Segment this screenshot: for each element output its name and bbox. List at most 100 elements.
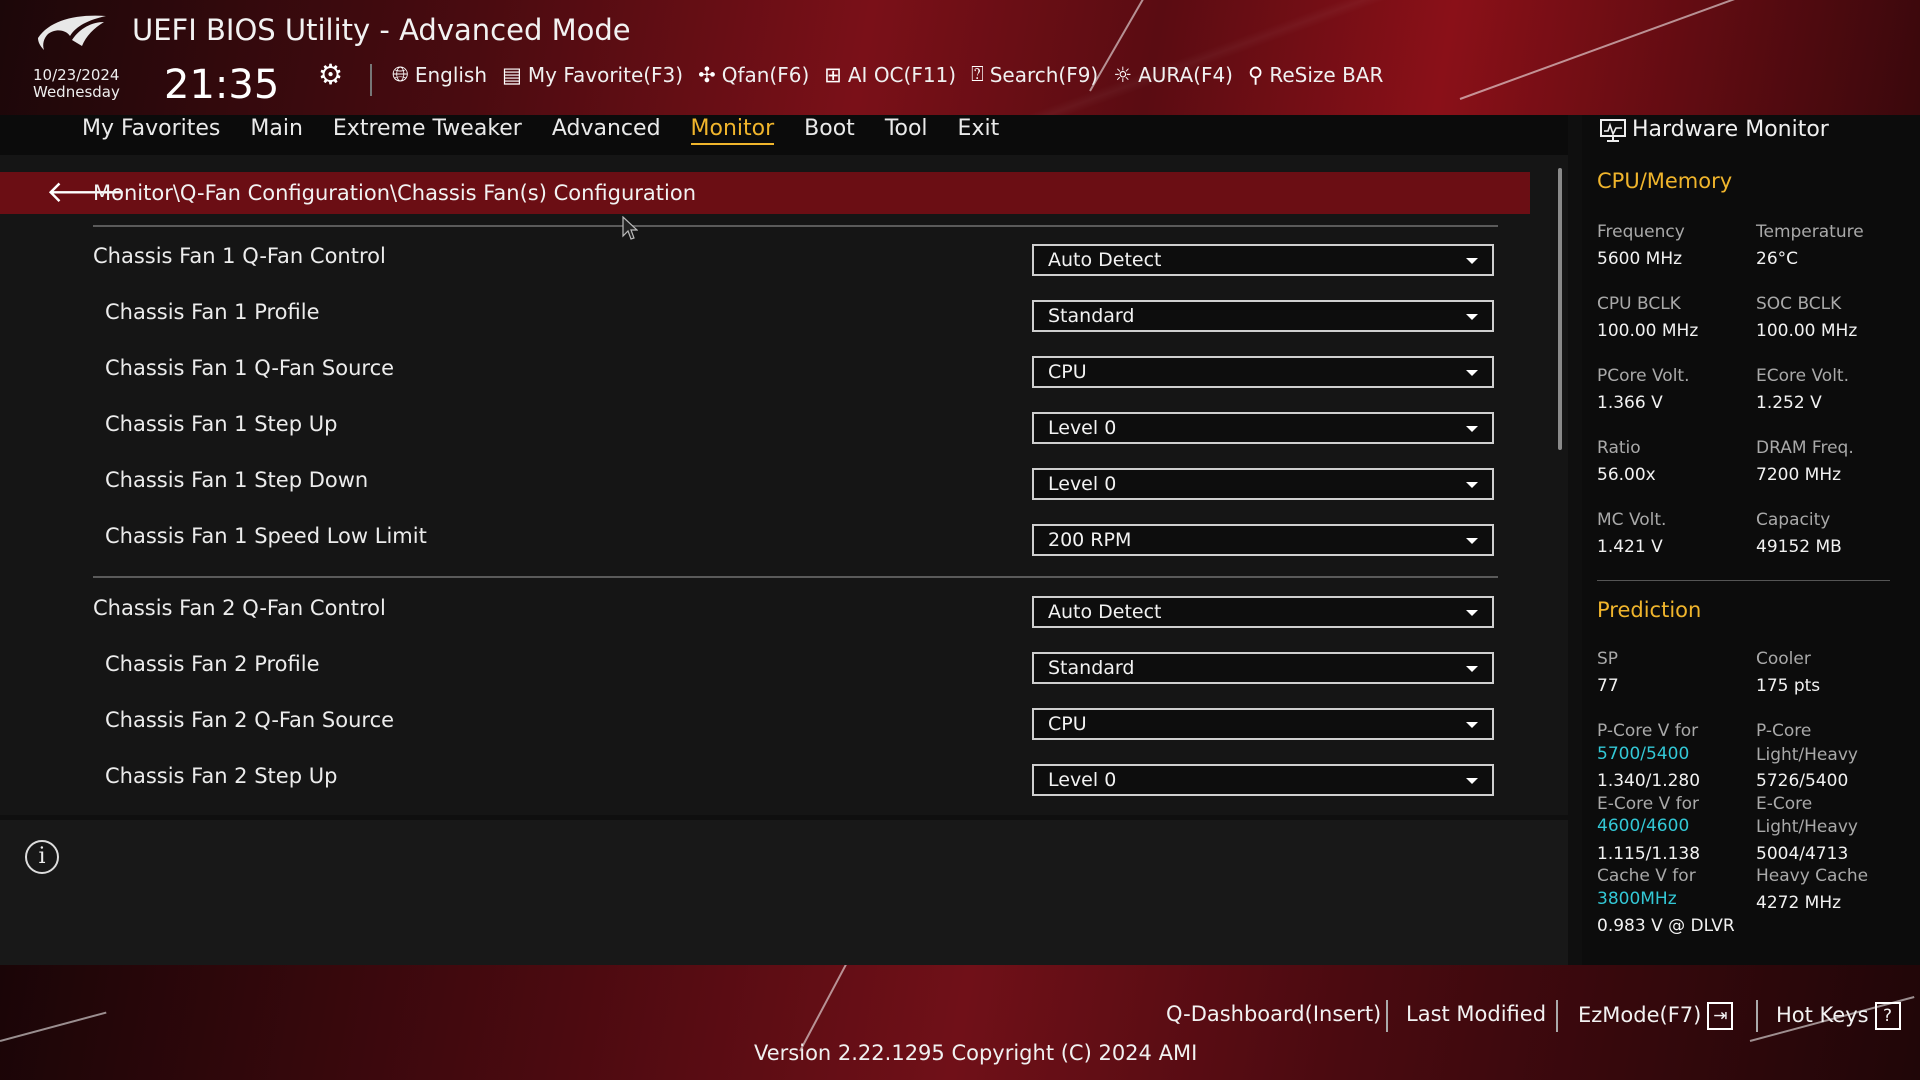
- sp-label: SP: [1597, 649, 1619, 669]
- dropdown-value: Standard: [1048, 305, 1135, 327]
- setting-dropdown[interactable]: Level 0: [1032, 764, 1494, 796]
- hw-label: Frequency: [1597, 222, 1685, 242]
- hw-label: PCore Volt.: [1597, 366, 1690, 386]
- ai-chip-icon: ⊞: [824, 62, 842, 87]
- tab-advanced[interactable]: Advanced: [552, 116, 661, 145]
- ai-oc-button[interactable]: ⊞ AI OC(F11): [824, 63, 956, 87]
- hw-value: 49152 MB: [1756, 537, 1842, 557]
- section-divider: [93, 225, 1498, 227]
- cooler-value: 175 pts: [1756, 676, 1821, 696]
- dropdown-arrow-icon: [1466, 370, 1478, 376]
- hw-label: Ratio: [1597, 438, 1641, 458]
- hw-label: ECore Volt.: [1756, 366, 1849, 386]
- setting-label: Chassis Fan 2 Q-Fan Control: [93, 596, 386, 620]
- ezmode-label: EzMode(F7): [1578, 1003, 1702, 1027]
- toolbar: 🌐︎ English ▤ My Favorite(F3) ✣ Qfan(F6) …: [392, 62, 1398, 87]
- dropdown-value: Auto Detect: [1048, 249, 1162, 271]
- last-modified-button[interactable]: Last Modified: [1406, 1002, 1546, 1026]
- setting-dropdown[interactable]: Level 0: [1032, 412, 1494, 444]
- hw-value: 26°C: [1756, 249, 1799, 269]
- setting-label: Chassis Fan 1 Step Down: [105, 468, 369, 492]
- ecore-lh-label-2: Light/Heavy: [1756, 817, 1858, 837]
- dropdown-arrow-icon: [1466, 538, 1478, 544]
- favorite-list-icon: ▤: [502, 62, 522, 87]
- search-button[interactable]: ⍰ Search(F9): [971, 62, 1098, 87]
- hw-value: 56.00x: [1597, 465, 1656, 485]
- ecore-v-label: E-Core V for: [1597, 794, 1700, 814]
- scrollbar[interactable]: [1558, 168, 1562, 450]
- ecore-lh-label: E-Core: [1756, 794, 1813, 814]
- hw-value: 1.252 V: [1756, 393, 1822, 413]
- tab-exit[interactable]: Exit: [958, 116, 1000, 145]
- hw-value: 100.00 MHz: [1597, 321, 1699, 341]
- dropdown-arrow-icon: [1466, 610, 1478, 616]
- weekday-value: Wednesday: [33, 83, 120, 101]
- cpu-memory-heading: CPU/Memory: [1597, 169, 1733, 193]
- setting-dropdown[interactable]: CPU: [1032, 708, 1494, 740]
- aura-button[interactable]: ☼ AURA(F4): [1113, 63, 1233, 87]
- tab-boot[interactable]: Boot: [804, 116, 855, 145]
- hw-value: 1.366 V: [1597, 393, 1663, 413]
- main-menu: My Favorites Main Extreme Tweaker Advanc…: [82, 116, 1029, 145]
- hw-label: CPU BCLK: [1597, 294, 1681, 314]
- setting-dropdown[interactable]: Auto Detect: [1032, 596, 1494, 628]
- language-label: English: [414, 62, 488, 87]
- tab-extreme-tweaker[interactable]: Extreme Tweaker: [333, 116, 522, 145]
- dropdown-value: Level 0: [1048, 473, 1117, 495]
- hw-value: 100.00 MHz: [1756, 321, 1858, 341]
- setting-dropdown[interactable]: Auto Detect: [1032, 244, 1494, 276]
- exit-to-ezmode-icon: ⇥: [1707, 1002, 1734, 1030]
- hw-divider: [1597, 580, 1890, 581]
- hot-keys-button[interactable]: Hot Keys?: [1776, 1002, 1901, 1030]
- hot-keys-label: Hot Keys: [1776, 1003, 1869, 1027]
- tab-main[interactable]: Main: [250, 116, 303, 145]
- pcore-lh-value: 5726/5400: [1756, 771, 1849, 791]
- ecore-v-freq: 4600/4600: [1597, 816, 1690, 836]
- tab-my-favorites[interactable]: My Favorites: [82, 116, 220, 145]
- ezmode-button[interactable]: EzMode(F7) ⇥: [1578, 1002, 1734, 1030]
- qfan-button[interactable]: ✣ Qfan(F6): [698, 63, 809, 87]
- tab-tool[interactable]: Tool: [885, 116, 928, 145]
- breadcrumb: Monitor\Q-Fan Configuration\Chassis Fan(…: [93, 181, 697, 205]
- dropdown-value: CPU: [1048, 361, 1087, 383]
- language-button[interactable]: 🌐︎ English: [392, 62, 487, 87]
- setting-dropdown[interactable]: 200 RPM: [1032, 524, 1494, 556]
- toolbar-divider: [370, 64, 372, 96]
- cache-v-value: 0.983 V @ DLVR: [1597, 916, 1735, 936]
- my-favorite-label: My Favorite(F3): [527, 62, 684, 87]
- setting-dropdown[interactable]: Standard: [1032, 300, 1494, 332]
- dropdown-arrow-icon: [1466, 426, 1478, 432]
- setting-dropdown[interactable]: Level 0: [1032, 468, 1494, 500]
- hw-value: 5600 MHz: [1597, 249, 1683, 269]
- hw-label: Capacity: [1756, 510, 1831, 530]
- footer-divider: [1756, 1000, 1758, 1032]
- tab-monitor[interactable]: Monitor: [690, 116, 775, 145]
- ecore-lh-value: 5004/4713: [1756, 844, 1849, 864]
- setting-dropdown[interactable]: Standard: [1032, 652, 1494, 684]
- help-question-icon: ?: [1874, 1002, 1901, 1030]
- resize-bar-button[interactable]: ⚲ ReSize BAR: [1248, 63, 1383, 87]
- fan-icon: ✣: [698, 62, 716, 87]
- q-dashboard-button[interactable]: Q-Dashboard(Insert): [1166, 1002, 1381, 1026]
- cache-v-label: Cache V for: [1597, 866, 1696, 886]
- pcore-lh-label: P-Core: [1756, 721, 1812, 741]
- setting-label: Chassis Fan 1 Profile: [105, 300, 320, 324]
- setting-dropdown[interactable]: CPU: [1032, 356, 1494, 388]
- hardware-monitor-title: Hardware Monitor: [1632, 117, 1829, 142]
- gear-icon[interactable]: ⚙: [318, 58, 343, 91]
- clock-time: 21:35: [164, 62, 280, 108]
- hw-value: 1.421 V: [1597, 537, 1663, 557]
- setting-label: Chassis Fan 2 Q-Fan Source: [105, 708, 395, 732]
- hw-label: DRAM Freq.: [1756, 438, 1854, 458]
- my-favorite-button[interactable]: ▤ My Favorite(F3): [502, 63, 683, 87]
- dropdown-arrow-icon: [1466, 722, 1478, 728]
- dropdown-value: Level 0: [1048, 769, 1117, 791]
- ai-oc-label: AI OC(F11): [847, 62, 957, 87]
- dropdown-arrow-icon: [1466, 482, 1478, 488]
- mouse-cursor-icon: [622, 216, 638, 240]
- dropdown-value: Level 0: [1048, 417, 1117, 439]
- date-display: 10/23/2024 Wednesday: [33, 67, 120, 101]
- setting-label: Chassis Fan 2 Profile: [105, 652, 320, 676]
- resize-bar-icon: ⚲: [1247, 62, 1264, 87]
- hw-label: Temperature: [1756, 222, 1864, 242]
